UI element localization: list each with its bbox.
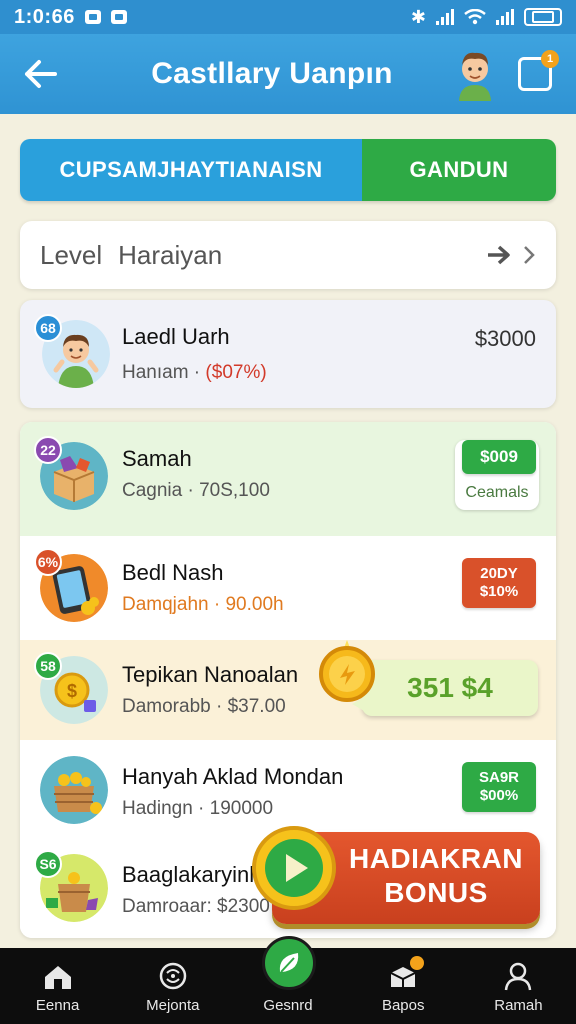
nav-badge-dot bbox=[409, 956, 424, 970]
notification-button[interactable]: 1 bbox=[518, 50, 559, 91]
item-subtitle: Hadingn · 190000 bbox=[122, 798, 274, 819]
item-subtitle: Damorabb · $37.00 bbox=[122, 696, 286, 717]
rank-badge: 22 bbox=[34, 436, 62, 464]
item-subtitle: Hanıam · ($07%) bbox=[122, 362, 267, 383]
nav-label: Mejonta bbox=[146, 997, 200, 1014]
notification-dot: 1 bbox=[541, 50, 559, 68]
level-value: Haraiyan bbox=[118, 239, 223, 270]
nav-label: Bapos bbox=[381, 997, 425, 1014]
price-button[interactable]: 20DY $10% bbox=[462, 558, 536, 608]
list-item[interactable]: 6% Bedl Nash Damqjahn · 90.00h 20DY $10% bbox=[20, 536, 556, 640]
bonus-line1: HADIAKRAN bbox=[348, 843, 524, 874]
back-arrow-icon bbox=[25, 60, 57, 88]
level-arrows bbox=[486, 244, 536, 266]
nav-box[interactable]: Bapos bbox=[346, 948, 461, 1024]
nav-profile[interactable]: Ramah bbox=[461, 948, 576, 1024]
coin-icon bbox=[319, 640, 375, 702]
item-title: Tepikan Nanoalan bbox=[122, 662, 299, 687]
tab-bar: CUPSAMJHAYTIANAISN GANDUN bbox=[20, 139, 556, 201]
item-title: Baaglakaryinl bbox=[122, 862, 255, 887]
item-subtitle: Damroaar: $2300 bbox=[122, 896, 270, 917]
level-label: Level bbox=[40, 239, 103, 270]
signal-icon-2 bbox=[496, 9, 514, 25]
reward-bubble[interactable]: 351 $4 bbox=[352, 660, 538, 716]
nav-label: Gesnrd bbox=[263, 997, 313, 1014]
globe-icon bbox=[159, 962, 187, 990]
battery-icon bbox=[524, 8, 562, 26]
page-title: Castllary Uanpın bbox=[151, 57, 393, 90]
nav-label: Eenna bbox=[35, 997, 80, 1014]
center-action-button[interactable] bbox=[262, 936, 316, 990]
message-icon bbox=[84, 10, 101, 24]
level-selector[interactable]: Level Haraiyan bbox=[20, 221, 556, 289]
app-bar: Castllary Uanpın 1 bbox=[0, 34, 576, 114]
status-time: 1:0:66 bbox=[14, 5, 75, 28]
item-subtitle: Cagnia · 7​0S,100 bbox=[122, 480, 270, 501]
item-title: Samah bbox=[122, 446, 192, 471]
avatar[interactable] bbox=[454, 47, 496, 101]
list-item[interactable]: Hanyah Aklad Mondan Hadingn · 190000 SA9… bbox=[20, 740, 556, 840]
price-card-subtitle: Ceamals bbox=[465, 484, 529, 501]
bonus-line2: BONUS bbox=[384, 877, 488, 908]
rank-badge: S6 bbox=[34, 850, 62, 878]
leaf-icon bbox=[279, 953, 299, 973]
back-button[interactable] bbox=[0, 34, 80, 114]
price-button[interactable]: $009 bbox=[462, 440, 536, 474]
user-icon bbox=[505, 962, 532, 991]
item-subtitle: Damqjahn · 90.00h bbox=[122, 594, 284, 615]
tab-cupsam[interactable]: CUPSAMJHAYTIANAISN bbox=[20, 139, 362, 201]
item-title: Laedl Uarh bbox=[122, 324, 230, 349]
status-bar: 1:0:66 ✱ bbox=[0, 0, 576, 34]
home-icon bbox=[44, 966, 71, 989]
tab-gandun[interactable]: GANDUN bbox=[362, 139, 556, 201]
nav-explore[interactable]: Mejonta bbox=[115, 948, 230, 1024]
list-item-featured[interactable]: 68 Laedl Uarh Hanıam · ($07%) $3000 bbox=[20, 300, 556, 408]
item-price: $3000 bbox=[474, 326, 536, 351]
chevron-right-icon bbox=[524, 246, 535, 264]
nav-label: Ramah bbox=[494, 997, 543, 1014]
item-title: Hanyah Aklad Mondan bbox=[122, 764, 344, 789]
wifi-icon bbox=[464, 9, 486, 25]
treasure-basket-icon bbox=[40, 756, 108, 824]
signal-icon bbox=[436, 9, 454, 25]
nav-home[interactable]: Eenna bbox=[0, 948, 115, 1024]
rank-badge: 6% bbox=[34, 548, 62, 576]
item-title: Bedl Nash bbox=[122, 560, 224, 585]
price-button[interactable]: SA9R $00% bbox=[462, 762, 536, 812]
rank-badge: 68 bbox=[34, 314, 62, 342]
svg-text:$: $ bbox=[67, 681, 77, 701]
play-icon bbox=[252, 826, 336, 910]
status-icons: ✱ bbox=[411, 7, 562, 28]
forward-arrow-icon bbox=[488, 245, 510, 265]
rank-badge: 58 bbox=[34, 652, 62, 680]
bluetooth-icon: ✱ bbox=[410, 6, 426, 27]
notification-icon bbox=[110, 10, 127, 24]
